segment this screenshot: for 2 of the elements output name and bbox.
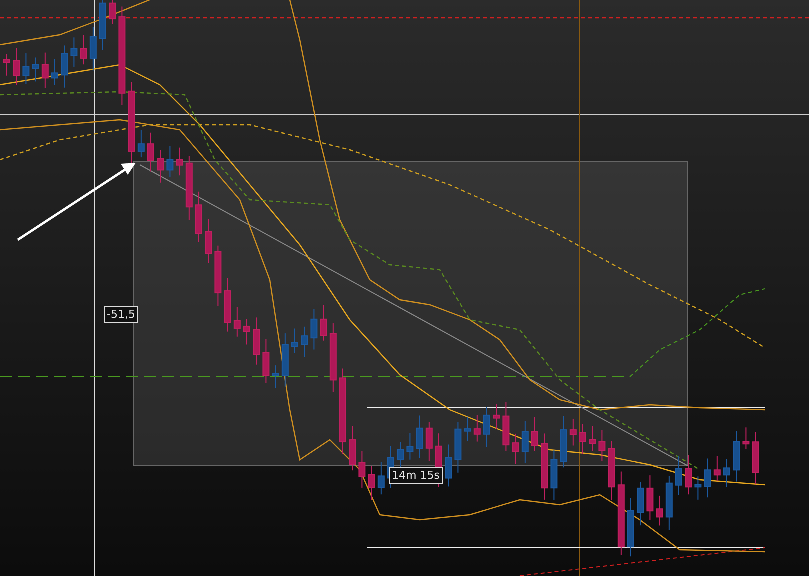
measure-value-label: -51,5: [104, 306, 138, 323]
measure-duration-label: 14m 15s: [389, 467, 443, 484]
